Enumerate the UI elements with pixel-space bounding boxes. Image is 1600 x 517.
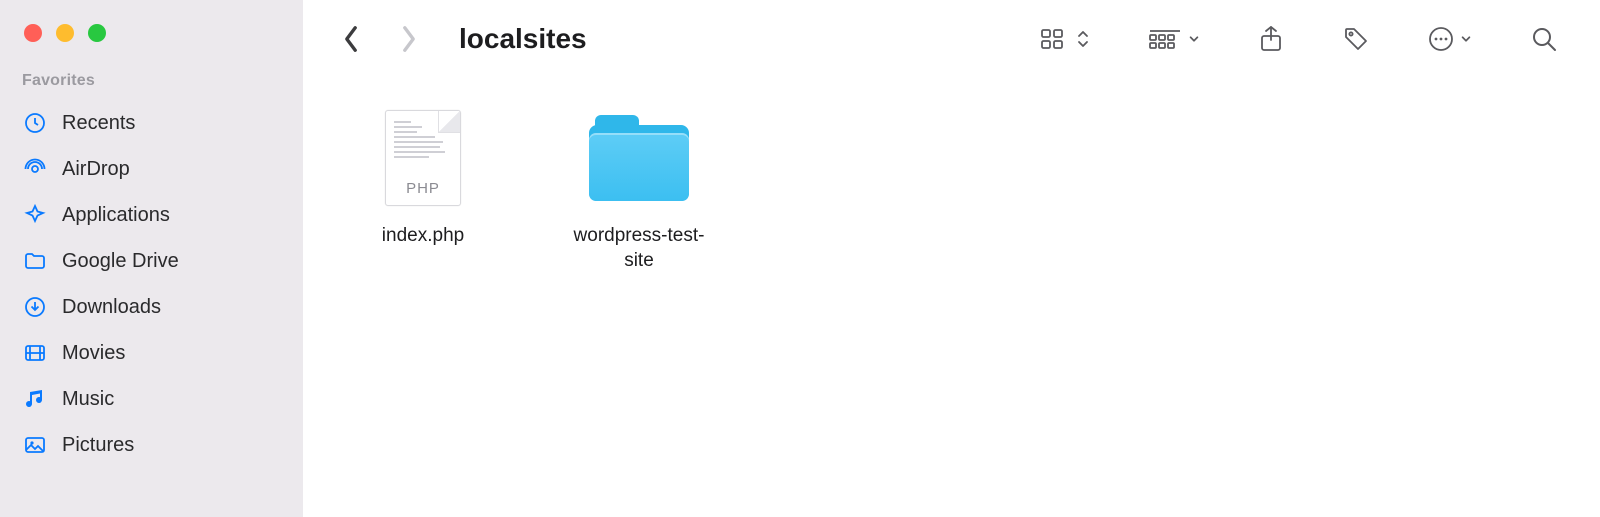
sidebar: Favorites Recents AirDrop Applications G… (0, 0, 303, 517)
sidebar-item-label: Downloads (62, 296, 161, 319)
sidebar-item-label: Movies (62, 342, 125, 365)
tags-button[interactable] (1342, 25, 1370, 53)
toolbar-right (1040, 25, 1558, 53)
main-pane: localsites (303, 0, 1600, 517)
close-window-button[interactable] (24, 24, 42, 42)
back-button[interactable] (337, 25, 365, 53)
zoom-window-button[interactable] (88, 24, 106, 42)
sidebar-item-label: Recents (62, 112, 135, 135)
window-controls (0, 24, 303, 72)
sidebar-item-label: Music (62, 388, 114, 411)
sidebar-section-label: Favorites (0, 72, 303, 100)
folder-item-wordpress-test-site[interactable]: wordpress-test-site (559, 108, 719, 273)
action-menu-button[interactable] (1428, 26, 1472, 52)
group-icon (1148, 27, 1182, 51)
chevron-down-icon (1188, 32, 1200, 46)
sidebar-item-google-drive[interactable]: Google Drive (0, 238, 303, 284)
file-label: index.php (382, 224, 464, 249)
sidebar-item-label: Google Drive (62, 250, 179, 273)
view-options-button[interactable] (1040, 27, 1090, 51)
sidebar-item-label: Pictures (62, 434, 134, 457)
file-type-badge: PHP (386, 180, 460, 197)
toolbar: localsites (303, 0, 1600, 78)
airdrop-icon (22, 156, 48, 182)
downloads-icon (22, 294, 48, 320)
music-icon (22, 386, 48, 412)
window-title: localsites (459, 23, 587, 55)
nav-arrows (337, 25, 423, 53)
pictures-icon (22, 432, 48, 458)
minimize-window-button[interactable] (56, 24, 74, 42)
share-icon (1258, 25, 1284, 53)
forward-button[interactable] (395, 25, 423, 53)
folder-icon (22, 248, 48, 274)
search-button[interactable] (1530, 25, 1558, 53)
sidebar-item-pictures[interactable]: Pictures (0, 422, 303, 468)
group-by-button[interactable] (1148, 27, 1200, 51)
up-down-chevron-icon (1076, 28, 1090, 50)
sidebar-item-movies[interactable]: Movies (0, 330, 303, 376)
sidebar-item-label: AirDrop (62, 158, 130, 181)
file-label: wordpress-test-site (559, 224, 719, 273)
sidebar-item-applications[interactable]: Applications (0, 192, 303, 238)
php-file-icon: PHP (373, 108, 473, 208)
search-icon (1530, 25, 1558, 53)
sidebar-item-downloads[interactable]: Downloads (0, 284, 303, 330)
file-item-index-php[interactable]: PHP index.php (343, 108, 503, 249)
movies-icon (22, 340, 48, 366)
sidebar-item-music[interactable]: Music (0, 376, 303, 422)
applications-icon (22, 202, 48, 228)
sidebar-item-label: Applications (62, 204, 170, 227)
file-grid[interactable]: PHP index.php wordpress-test-site (303, 78, 1600, 517)
ellipsis-circle-icon (1428, 26, 1454, 52)
tag-icon (1342, 25, 1370, 53)
share-button[interactable] (1258, 25, 1284, 53)
sidebar-favorites-list: Recents AirDrop Applications Google Driv… (0, 100, 303, 468)
sidebar-item-recents[interactable]: Recents (0, 100, 303, 146)
folder-icon (589, 108, 689, 208)
grid-icon (1040, 27, 1070, 51)
sidebar-item-airdrop[interactable]: AirDrop (0, 146, 303, 192)
chevron-down-icon (1460, 32, 1472, 46)
clock-icon (22, 110, 48, 136)
